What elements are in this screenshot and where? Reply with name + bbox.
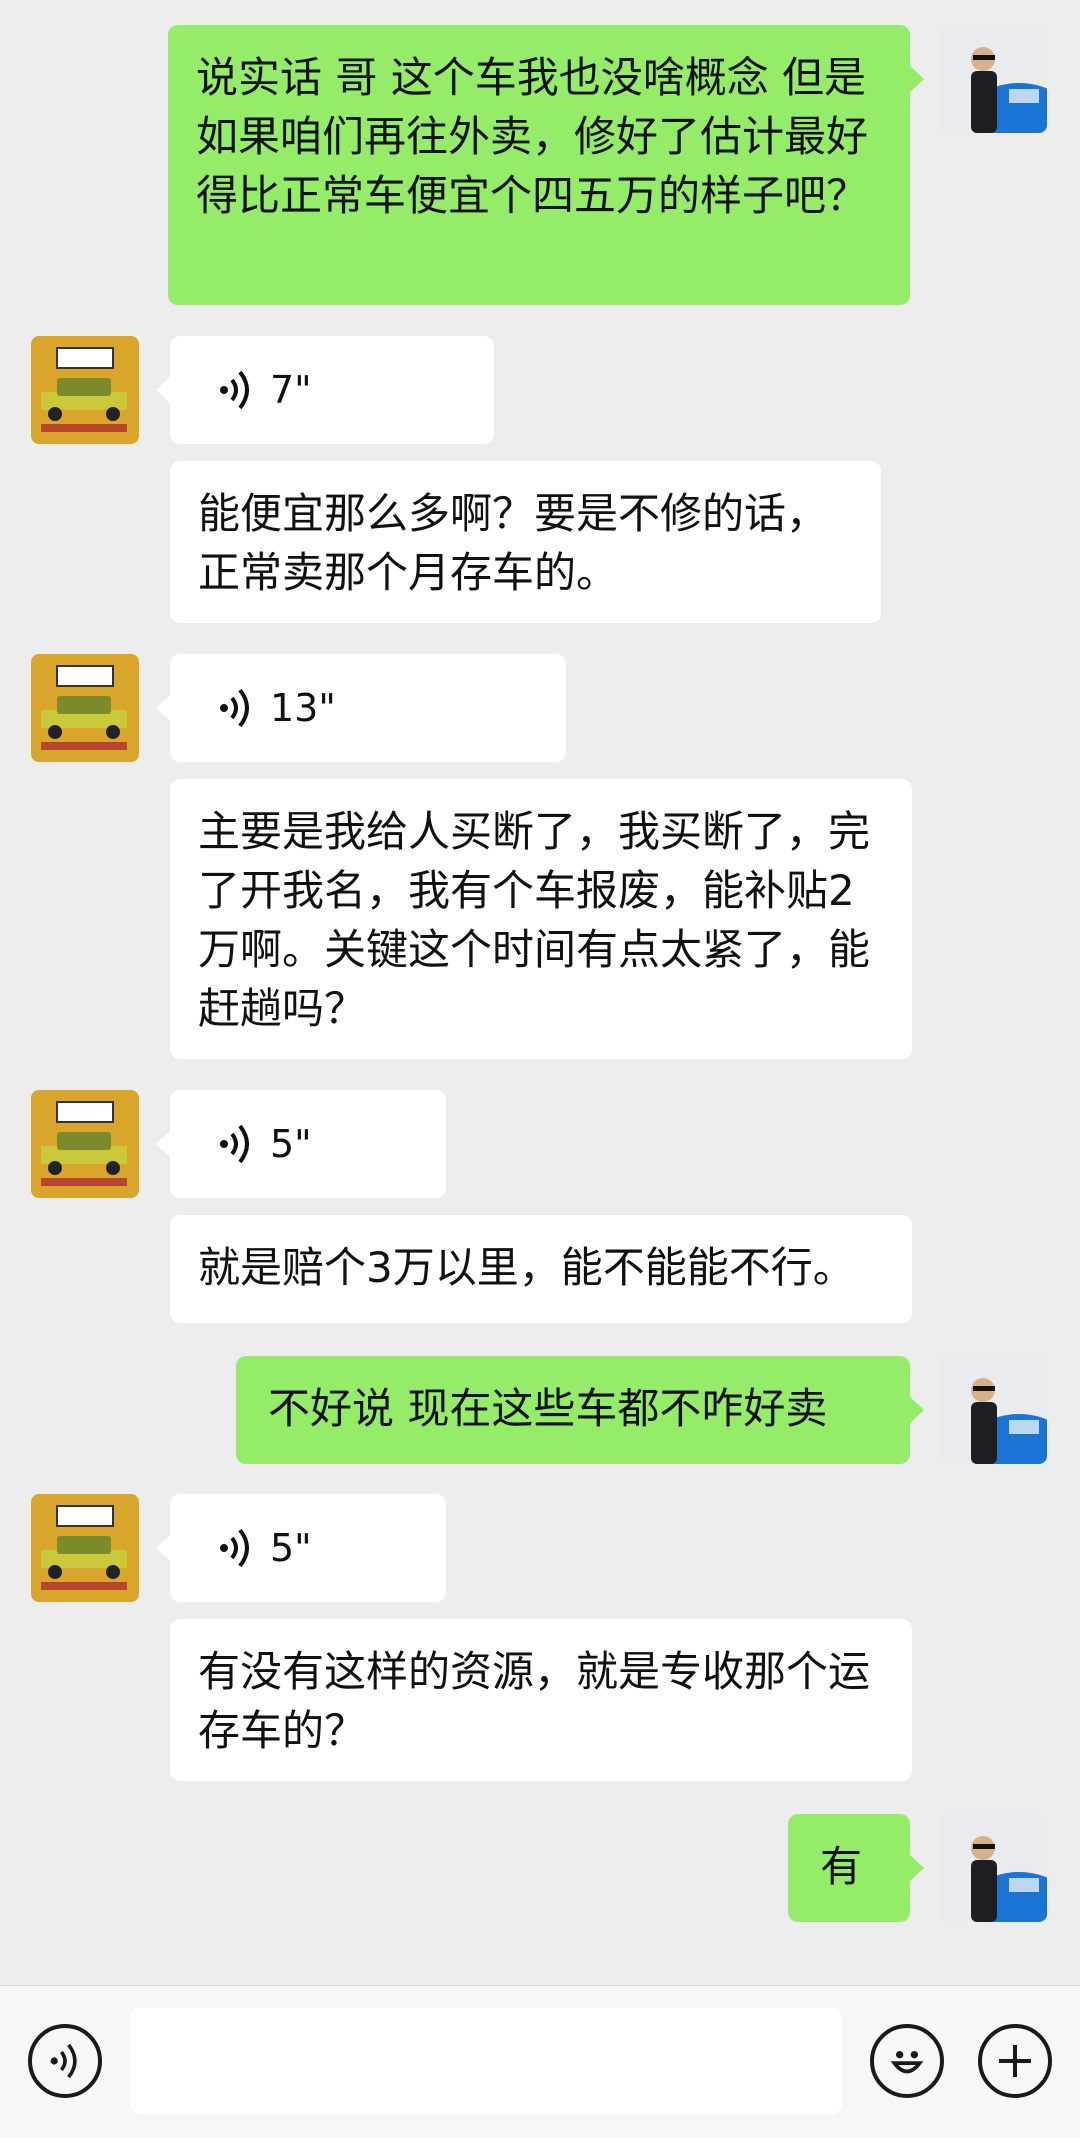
contact-message-bubble[interactable]: 主要是我给人买断了，我买断了，完了开我名，我有个车报废，能补贴2万啊。关键这个时… (170, 779, 912, 1059)
plus-button[interactable] (978, 2024, 1052, 2098)
my-message-bubble[interactable]: 有 (788, 1814, 924, 1922)
message-text: 不好说 现在这些车都不咋好卖 (268, 1384, 828, 1433)
voice-message[interactable]: 7" (156, 336, 494, 444)
contact-avatar[interactable] (31, 1494, 139, 1602)
message-text: 就是赔个3万以里，能不能能不行。 (198, 1243, 855, 1292)
tow-truck-logo-icon (31, 1494, 139, 1602)
voice-message[interactable]: 13" (156, 654, 566, 762)
my-avatar[interactable] (939, 1356, 1047, 1464)
voice-input-icon (50, 2043, 77, 2079)
contact-avatar[interactable] (31, 1090, 139, 1198)
voice-message[interactable]: 5" (156, 1090, 446, 1198)
voice-wave-icon (220, 1124, 249, 1164)
message-text: 主要是我给人买断了，我买断了，完了开我名，我有个车报废，能补贴2万啊。关键这个时… (198, 807, 871, 1033)
person-photo-icon (939, 25, 1047, 133)
contact-avatar[interactable] (31, 336, 139, 444)
message-text: 说实话 哥 这个车我也没啥概念 但是如果咱们再往外卖，修好了估计最好得比正常车便… (196, 53, 869, 220)
voice-input-button[interactable] (28, 2024, 102, 2098)
chat-area: 说实话 哥 这个车我也没啥概念 但是如果咱们再往外卖，修好了估计最好得比正常车便… (0, 0, 1080, 1985)
plus-icon (999, 2045, 1031, 2077)
input-bar (0, 1985, 1080, 2138)
voice-message[interactable]: 5" (156, 1494, 446, 1602)
tow-truck-logo-icon (31, 336, 139, 444)
contact-message-bubble[interactable]: 有没有这样的资源，就是专收那个运存车的？ (170, 1619, 912, 1781)
message-text: 有没有这样的资源，就是专收那个运存车的？ (198, 1647, 871, 1755)
tow-truck-logo-icon (31, 654, 139, 762)
voice-duration: 13" (270, 686, 336, 730)
my-avatar[interactable] (939, 25, 1047, 133)
message-text: 能便宜那么多啊？要是不修的话，正常卖那个月存车的。 (198, 489, 829, 597)
voice-wave-icon (220, 688, 249, 728)
voice-wave-icon (220, 1528, 249, 1568)
message-input[interactable] (130, 2008, 842, 2114)
my-avatar[interactable] (939, 1814, 1047, 1922)
voice-wave-icon (220, 370, 249, 410)
voice-duration: 5" (270, 1526, 312, 1570)
contact-avatar[interactable] (31, 654, 139, 762)
message-text: 有 (820, 1842, 863, 1891)
contact-message-bubble[interactable]: 能便宜那么多啊？要是不修的话，正常卖那个月存车的。 (170, 461, 881, 623)
contact-message-bubble[interactable]: 就是赔个3万以里，能不能能不行。 (170, 1215, 912, 1323)
person-photo-icon (939, 1356, 1047, 1464)
voice-duration: 5" (270, 1122, 312, 1166)
emoji-icon (890, 2051, 924, 2074)
person-photo-icon (939, 1814, 1047, 1922)
voice-duration: 7" (270, 368, 312, 412)
my-message-bubble[interactable]: 说实话 哥 这个车我也没啥概念 但是如果咱们再往外卖，修好了估计最好得比正常车便… (168, 25, 924, 305)
tow-truck-logo-icon (31, 1090, 139, 1198)
my-message-bubble[interactable]: 不好说 现在这些车都不咋好卖 (236, 1356, 924, 1464)
emoji-button[interactable] (870, 2024, 944, 2098)
